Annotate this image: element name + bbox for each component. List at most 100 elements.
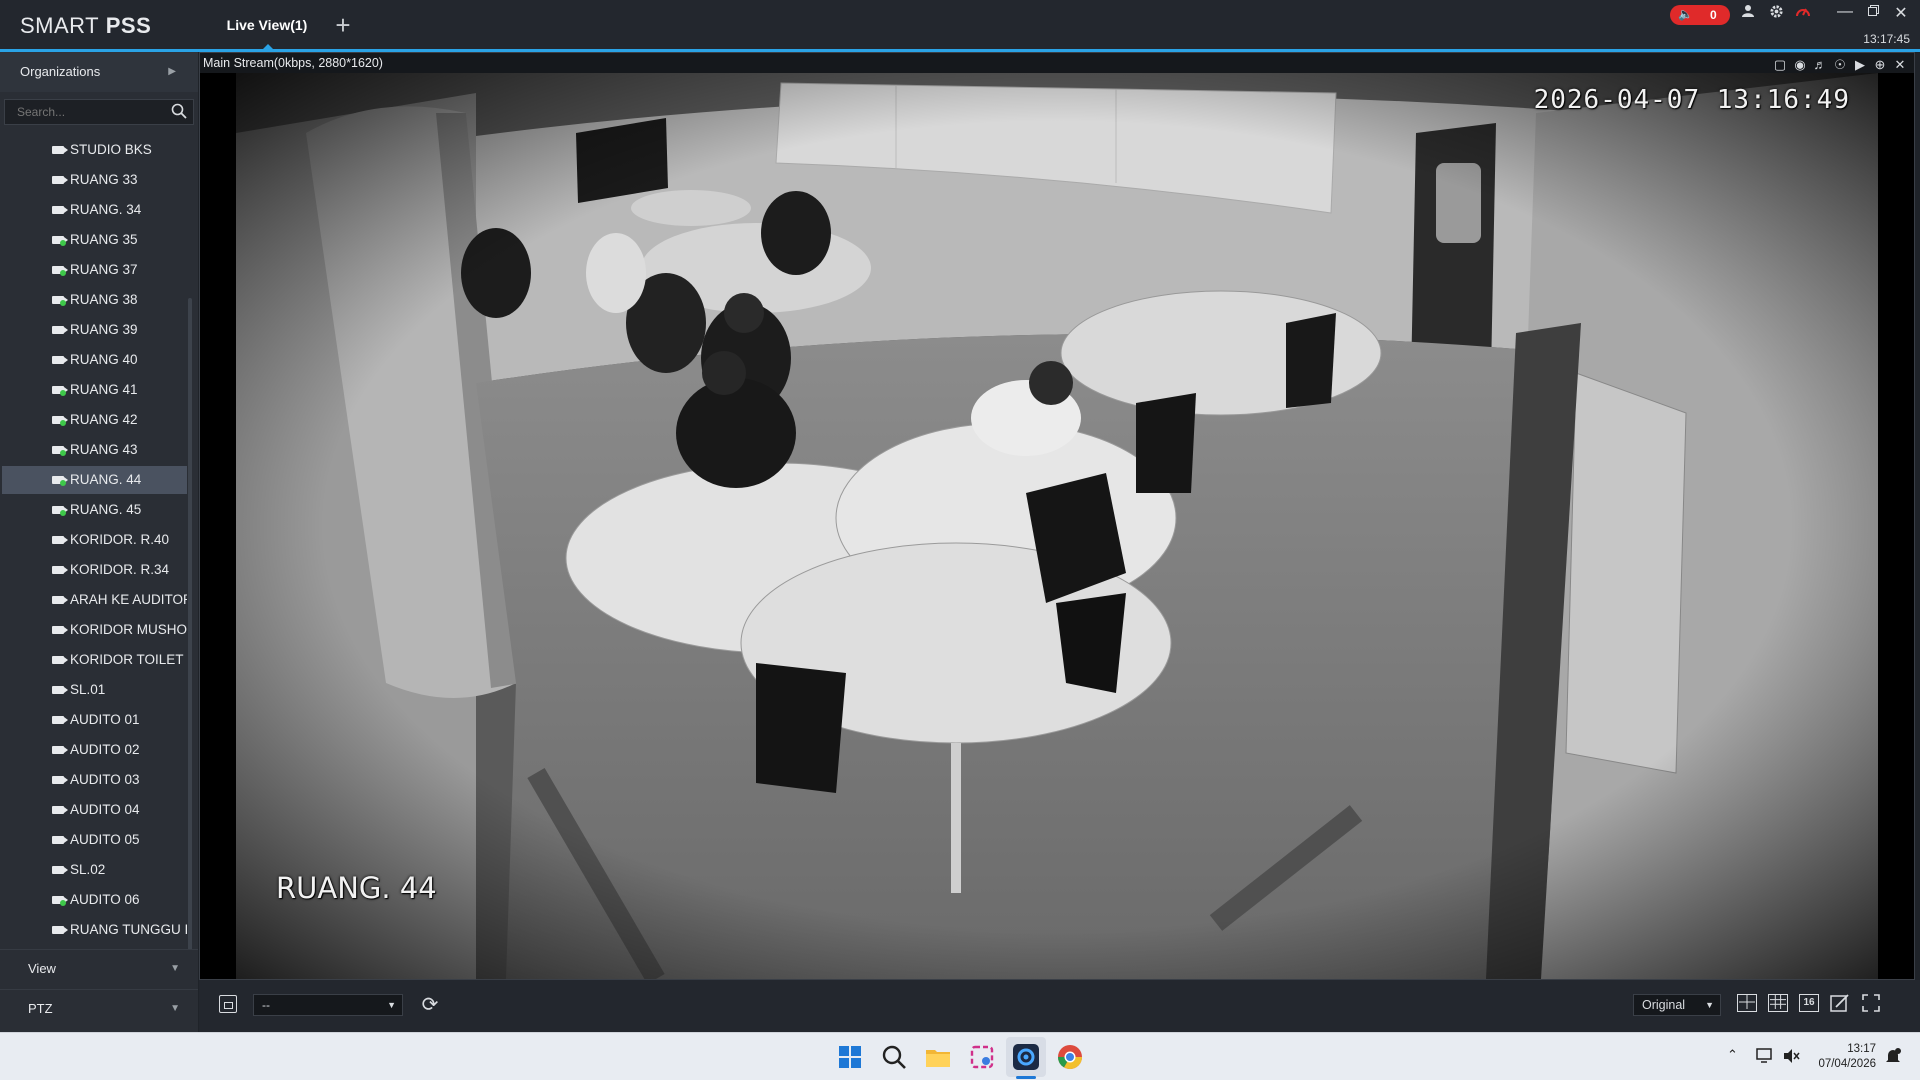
camera-label: KORIDOR TOILET [70, 652, 184, 667]
camera-label: RUANG TUNGGU I [70, 922, 187, 937]
camera-list-item[interactable]: KORIDOR. R.40 [2, 526, 187, 554]
camera-list-item[interactable]: RUANG 35 [2, 226, 187, 254]
video-window[interactable]: Main Stream(0kbps, 2880*1620) ▢ ◉ ♬ ☉ ▶ ⊕ ✕ [199, 52, 1915, 980]
camera-list-item[interactable]: RUANG 43 [2, 436, 187, 464]
ptz-panel-toggle[interactable]: PTZ ▼ [0, 989, 198, 1027]
windows-start-icon[interactable] [834, 1041, 866, 1073]
chevron-down-icon: ▼ [387, 1000, 396, 1010]
camera-list-item[interactable]: RUANG 37 [2, 256, 187, 284]
alarm-badge[interactable]: 🔈 0 [1670, 5, 1730, 25]
video-ratio-select[interactable]: Original ▼ [1633, 994, 1721, 1016]
fullscreen-icon[interactable] [1861, 994, 1881, 1012]
minimize-button[interactable]: — [1834, 3, 1856, 21]
layout-4-icon[interactable] [1737, 994, 1757, 1012]
camera-online-icon [52, 386, 68, 396]
camera-list-item[interactable]: RUANG 42 [2, 406, 187, 434]
record-play-icon[interactable]: ▶ [1850, 57, 1870, 73]
osd-timestamp: 2026-04-07 13:16:49 [1533, 85, 1850, 115]
custom-layout-edit-icon[interactable] [1830, 994, 1850, 1012]
camera-icon [52, 206, 68, 214]
camera-list-item[interactable]: STUDIO BKS [2, 136, 187, 164]
close-video-icon[interactable]: ✕ [1890, 57, 1910, 73]
camera-icon [52, 686, 68, 694]
digital-zoom-icon[interactable]: ⊕ [1870, 57, 1890, 73]
camera-list-item[interactable]: RUANG. 44 [2, 466, 187, 494]
camera-list-scrollbar[interactable] [188, 298, 192, 966]
camera-online-icon [52, 236, 68, 246]
camera-list-item[interactable]: AUDITO 01 [2, 706, 187, 734]
organizations-header[interactable]: Organizations ▶ [0, 52, 198, 92]
camera-icon [52, 626, 68, 634]
search-icon[interactable] [171, 103, 187, 119]
view-preset-select[interactable]: -- ▼ [253, 994, 403, 1016]
file-explorer-icon[interactable] [922, 1041, 954, 1073]
camera-label: RUANG 43 [70, 442, 138, 457]
camera-label: AUDITO 04 [70, 802, 140, 817]
camera-icon [52, 866, 68, 874]
tray-expand-chevron-icon[interactable]: ⌃ [1727, 1047, 1738, 1063]
camera-list-item[interactable]: RUANG 40 [2, 346, 187, 374]
stream-info-bar: Main Stream(0kbps, 2880*1620) ▢ ◉ ♬ ☉ ▶ ⊕ ✕ [200, 53, 1914, 73]
camera-list-item[interactable]: ARAH KE AUDITOR [2, 586, 187, 614]
camera-list-item[interactable]: KORIDOR MUSHO [2, 616, 187, 644]
close-button[interactable]: ✕ [1890, 3, 1912, 23]
performance-gauge-icon[interactable] [1793, 4, 1813, 22]
search-icon[interactable] [878, 1041, 910, 1073]
camera-list-item[interactable]: RUANG. 34 [2, 196, 187, 224]
camera-list-item[interactable]: AUDITO 03 [2, 766, 187, 794]
restore-button[interactable] [1862, 3, 1884, 21]
camera-list-item[interactable]: RUANG TUNGGU I [2, 916, 187, 944]
notifications-bell-icon[interactable] [1884, 1047, 1902, 1065]
camera-label: AUDITO 03 [70, 772, 140, 787]
camera-list-item[interactable]: KORIDOR TOILET [2, 646, 187, 674]
camera-label: RUANG 37 [70, 262, 138, 277]
device-search [4, 99, 194, 125]
search-input[interactable] [5, 100, 165, 124]
camera-icon [52, 806, 68, 814]
camera-icon [52, 596, 68, 604]
snapshot-camera-icon[interactable]: ◉ [1790, 57, 1810, 73]
layout-16-button[interactable]: 16 [1799, 994, 1819, 1012]
layout-9-icon[interactable] [1768, 994, 1788, 1012]
refresh-icon[interactable]: ⟳ [419, 992, 441, 1017]
microphone-icon[interactable]: ☉ [1830, 57, 1850, 73]
camera-list-item[interactable]: RUANG 41 [2, 376, 187, 404]
camera-feed-image [236, 73, 1878, 979]
camera-label: KORIDOR. R.40 [70, 532, 170, 547]
camera-list: STUDIO BKS RUANG 33 RUANG. 34 RUANG 35 RUANG… [0, 136, 188, 986]
camera-label: RUANG 41 [70, 382, 138, 397]
audio-speaker-icon[interactable]: ♬ [1810, 57, 1830, 73]
system-clock[interactable]: 13:17 07/04/2026 [1818, 1042, 1876, 1072]
volume-muted-icon[interactable] [1782, 1047, 1800, 1065]
camera-list-item[interactable]: SL.02 [2, 856, 187, 884]
camera-list-item[interactable]: KORIDOR. R.34 [2, 556, 187, 584]
camera-list-item[interactable]: AUDITO 04 [2, 796, 187, 824]
user-icon[interactable] [1738, 4, 1758, 22]
camera-label: AUDITO 05 [70, 832, 140, 847]
smartpss-app-icon[interactable] [1010, 1041, 1042, 1073]
camera-list-item[interactable]: AUDITO 02 [2, 736, 187, 764]
camera-list-item[interactable]: RUANG 39 [2, 316, 187, 344]
camera-list-item[interactable]: AUDITO 05 [2, 826, 187, 854]
camera-list-item[interactable]: RUANG 33 [2, 166, 187, 194]
camera-list-item[interactable]: RUANG. 45 [2, 496, 187, 524]
chevron-down-icon: ▼ [1705, 1000, 1714, 1010]
camera-list-item[interactable]: RUANG 38 [2, 286, 187, 314]
camera-label: SL.02 [70, 862, 106, 877]
save-view-icon[interactable] [219, 995, 237, 1013]
camera-list-item[interactable]: SL.01 [2, 676, 187, 704]
camera-feed[interactable]: 2026-04-07 13:16:49 RUANG. 44 [236, 73, 1878, 979]
camera-label: RUANG 42 [70, 412, 138, 427]
camera-list-item[interactable]: AUDITO 06 [2, 886, 187, 914]
add-tab-button[interactable]: + [330, 10, 356, 40]
system-date: 07/04/2026 [1818, 1058, 1876, 1070]
view-panel-toggle[interactable]: View ▼ [0, 949, 198, 987]
settings-gear-icon[interactable] [1766, 4, 1786, 23]
snipping-tool-icon[interactable] [966, 1041, 998, 1073]
camera-label: RUANG. 34 [70, 202, 142, 217]
network-monitor-icon[interactable] [1756, 1047, 1774, 1065]
chevron-right-icon: ▶ [168, 66, 176, 77]
tab-live-view[interactable]: Live View(1) [222, 0, 312, 50]
talk-icon[interactable]: ▢ [1770, 57, 1790, 73]
chrome-browser-icon[interactable] [1054, 1041, 1086, 1073]
